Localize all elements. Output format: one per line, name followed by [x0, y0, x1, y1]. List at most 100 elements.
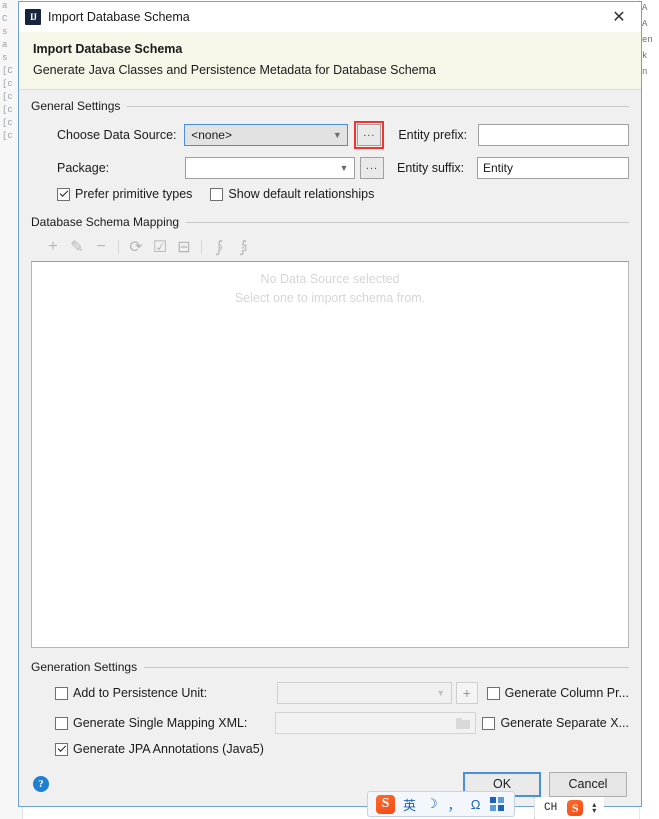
generate-jpa-annotations-label: Generate JPA Annotations (Java5): [73, 742, 264, 756]
persistence-unit-row: Add to Persistence Unit: ▼ + Generate Co…: [31, 682, 629, 704]
sogou-logo-icon[interactable]: S: [373, 793, 398, 815]
tray-spinner-icon[interactable]: ▴ ▾: [588, 801, 600, 815]
package-browse-button[interactable]: ...: [360, 157, 384, 179]
generate-single-mapping-label: Generate Single Mapping XML:: [73, 716, 248, 730]
group-divider: [186, 221, 629, 223]
ime-punctuation-icon[interactable]: ，: [443, 793, 466, 815]
expand-all-icon[interactable]: ⨓: [207, 236, 231, 258]
data-source-combo[interactable]: <none> ▼: [184, 124, 349, 146]
toolbar-separator: [201, 240, 202, 254]
screen: a Cs a s [C [c [c [c [c [c A Aen k n IJ Import Datab…: [0, 0, 659, 819]
single-mapping-path-input[interactable]: [274, 712, 476, 734]
package-combo[interactable]: ▼: [185, 157, 355, 179]
edit-pencil-icon[interactable]: ✎: [65, 236, 89, 258]
background-text-line: n: [642, 67, 648, 77]
background-right-panel: A Aen k n: [639, 0, 659, 819]
generate-column-properties-label: Generate Column Pr...: [504, 686, 629, 700]
generate-separate-cell: Generate Separate X...: [482, 716, 629, 730]
chevron-down-icon: ▼: [332, 129, 342, 140]
general-settings-header: General Settings: [31, 99, 629, 113]
prefer-primitive-types-checkbox[interactable]: [57, 187, 70, 201]
entity-suffix-input[interactable]: Entity: [477, 157, 629, 179]
general-settings-group: General Settings Choose Data Source: <no…: [31, 99, 629, 201]
generate-separate-xml-label: Generate Separate X...: [500, 716, 629, 730]
background-text-line: A: [642, 3, 648, 13]
ime-toolbox-grid-icon[interactable]: [485, 793, 509, 815]
toolbar-separator: [118, 240, 119, 254]
remove-icon[interactable]: −: [89, 236, 113, 258]
persistence-unit-control-cell: ▼ +: [276, 682, 487, 704]
help-icon[interactable]: ?: [33, 776, 49, 792]
windows-system-tray: CH S ▴ ▾: [534, 797, 605, 819]
empty-state-line-1: No Data Source selected: [260, 272, 400, 286]
single-mapping-row: Generate Single Mapping XML: Generate Se…: [31, 712, 629, 734]
data-source-value: <none>: [191, 128, 232, 142]
ime-language-mode-button[interactable]: 英: [398, 793, 421, 815]
show-default-relationships-checkbox-row[interactable]: Show default relationships: [210, 187, 374, 201]
generate-separate-xml-checkbox[interactable]: [482, 716, 496, 730]
sogou-ime-toolbar: S 英 ☽ ， Ω: [367, 791, 516, 817]
dialog-title: Import Database Schema: [48, 10, 190, 24]
show-default-relationships-label: Show default relationships: [228, 187, 375, 201]
general-checkbox-row: Prefer primitive types Show default rela…: [31, 187, 629, 201]
add-persistence-unit-label: Add to Persistence Unit:: [73, 686, 208, 700]
generate-separate-xml-checkbox-row[interactable]: Generate Separate X...: [482, 716, 629, 730]
background-text-line: k: [642, 51, 648, 61]
tray-sogou-icon[interactable]: S: [562, 800, 588, 816]
dialog-body: General Settings Choose Data Source: <no…: [19, 90, 641, 762]
group-divider: [127, 105, 629, 107]
schema-tree-panel[interactable]: No Data Source selected Select one to im…: [31, 261, 629, 648]
folder-browse-icon[interactable]: [455, 717, 470, 729]
schema-mapping-header: Database Schema Mapping: [31, 215, 629, 229]
generate-single-mapping-checkbox[interactable]: [55, 716, 68, 730]
prefer-primitive-types-checkbox-row[interactable]: Prefer primitive types: [57, 187, 192, 201]
entity-prefix-input[interactable]: [477, 124, 629, 146]
general-settings-label: General Settings: [31, 99, 121, 113]
show-default-relationships-checkbox[interactable]: [210, 187, 224, 201]
banner-title: Import Database Schema: [33, 42, 183, 56]
group-divider: [144, 666, 629, 668]
ime-symbol-omega-icon[interactable]: Ω: [466, 793, 486, 815]
generate-single-mapping-checkbox-row[interactable]: Generate Single Mapping XML:: [55, 716, 247, 730]
generate-jpa-annotations-checkbox[interactable]: [55, 742, 68, 756]
intellij-logo-icon: IJ: [25, 9, 41, 25]
tray-language-indicator[interactable]: CH: [539, 802, 562, 814]
dialog-header-banner: Import Database Schema Generate Java Cla…: [19, 32, 641, 90]
deselect-all-icon[interactable]: ⊟: [172, 236, 196, 258]
collapse-all-icon[interactable]: ⨒: [231, 236, 255, 258]
import-database-schema-dialog: IJ Import Database Schema ✕ Import Datab…: [18, 1, 642, 807]
package-label: Package:: [57, 161, 110, 175]
empty-state-line-2: Select one to import schema from.: [234, 291, 426, 305]
ime-moon-icon[interactable]: ☽: [421, 793, 443, 815]
refresh-icon[interactable]: ⟳: [124, 236, 148, 258]
highlight-annotation: ...: [354, 121, 385, 149]
add-icon[interactable]: +: [41, 236, 65, 258]
data-source-browse-button[interactable]: ...: [357, 124, 382, 146]
add-persistence-unit-checkbox-row[interactable]: Add to Persistence Unit:: [55, 686, 207, 700]
select-all-icon[interactable]: ☑: [148, 236, 172, 258]
add-persistence-unit-checkbox[interactable]: [55, 686, 68, 700]
single-mapping-path-cell: [274, 712, 483, 734]
generation-settings-header: Generation Settings: [31, 660, 629, 674]
single-mapping-cell: Generate Single Mapping XML:: [55, 716, 275, 730]
banner-subtitle: Generate Java Classes and Persistence Me…: [33, 63, 436, 77]
background-text-line: A: [642, 19, 648, 29]
background-text-line: en: [642, 35, 653, 45]
persistence-unit-combo[interactable]: ▼: [276, 682, 452, 704]
generate-column-properties-checkbox-row[interactable]: Generate Column Pr...: [486, 686, 629, 700]
entity-suffix-label: Entity suffix:: [397, 161, 465, 175]
chevron-down-icon: ▼: [339, 162, 349, 173]
chevron-down-icon: ▼: [436, 687, 446, 698]
data-source-label: Choose Data Source:: [57, 128, 177, 142]
entity-prefix-label: Entity prefix:: [398, 128, 468, 142]
package-row: Package: ▼ ... Entity suffix: Entity: [31, 157, 629, 179]
generate-column-properties-checkbox[interactable]: [486, 686, 500, 700]
dialog-titlebar: IJ Import Database Schema ✕: [19, 2, 641, 32]
add-persistence-unit-button[interactable]: +: [455, 682, 478, 704]
cancel-button[interactable]: Cancel: [549, 771, 627, 797]
prefer-primitive-types-label: Prefer primitive types: [75, 187, 193, 201]
jpa-annotations-row: Generate JPA Annotations (Java5): [31, 742, 629, 756]
generate-jpa-annotations-checkbox-row[interactable]: Generate JPA Annotations (Java5): [55, 742, 264, 756]
schema-mapping-label: Database Schema Mapping: [31, 215, 180, 229]
close-icon[interactable]: ✕: [597, 2, 641, 32]
